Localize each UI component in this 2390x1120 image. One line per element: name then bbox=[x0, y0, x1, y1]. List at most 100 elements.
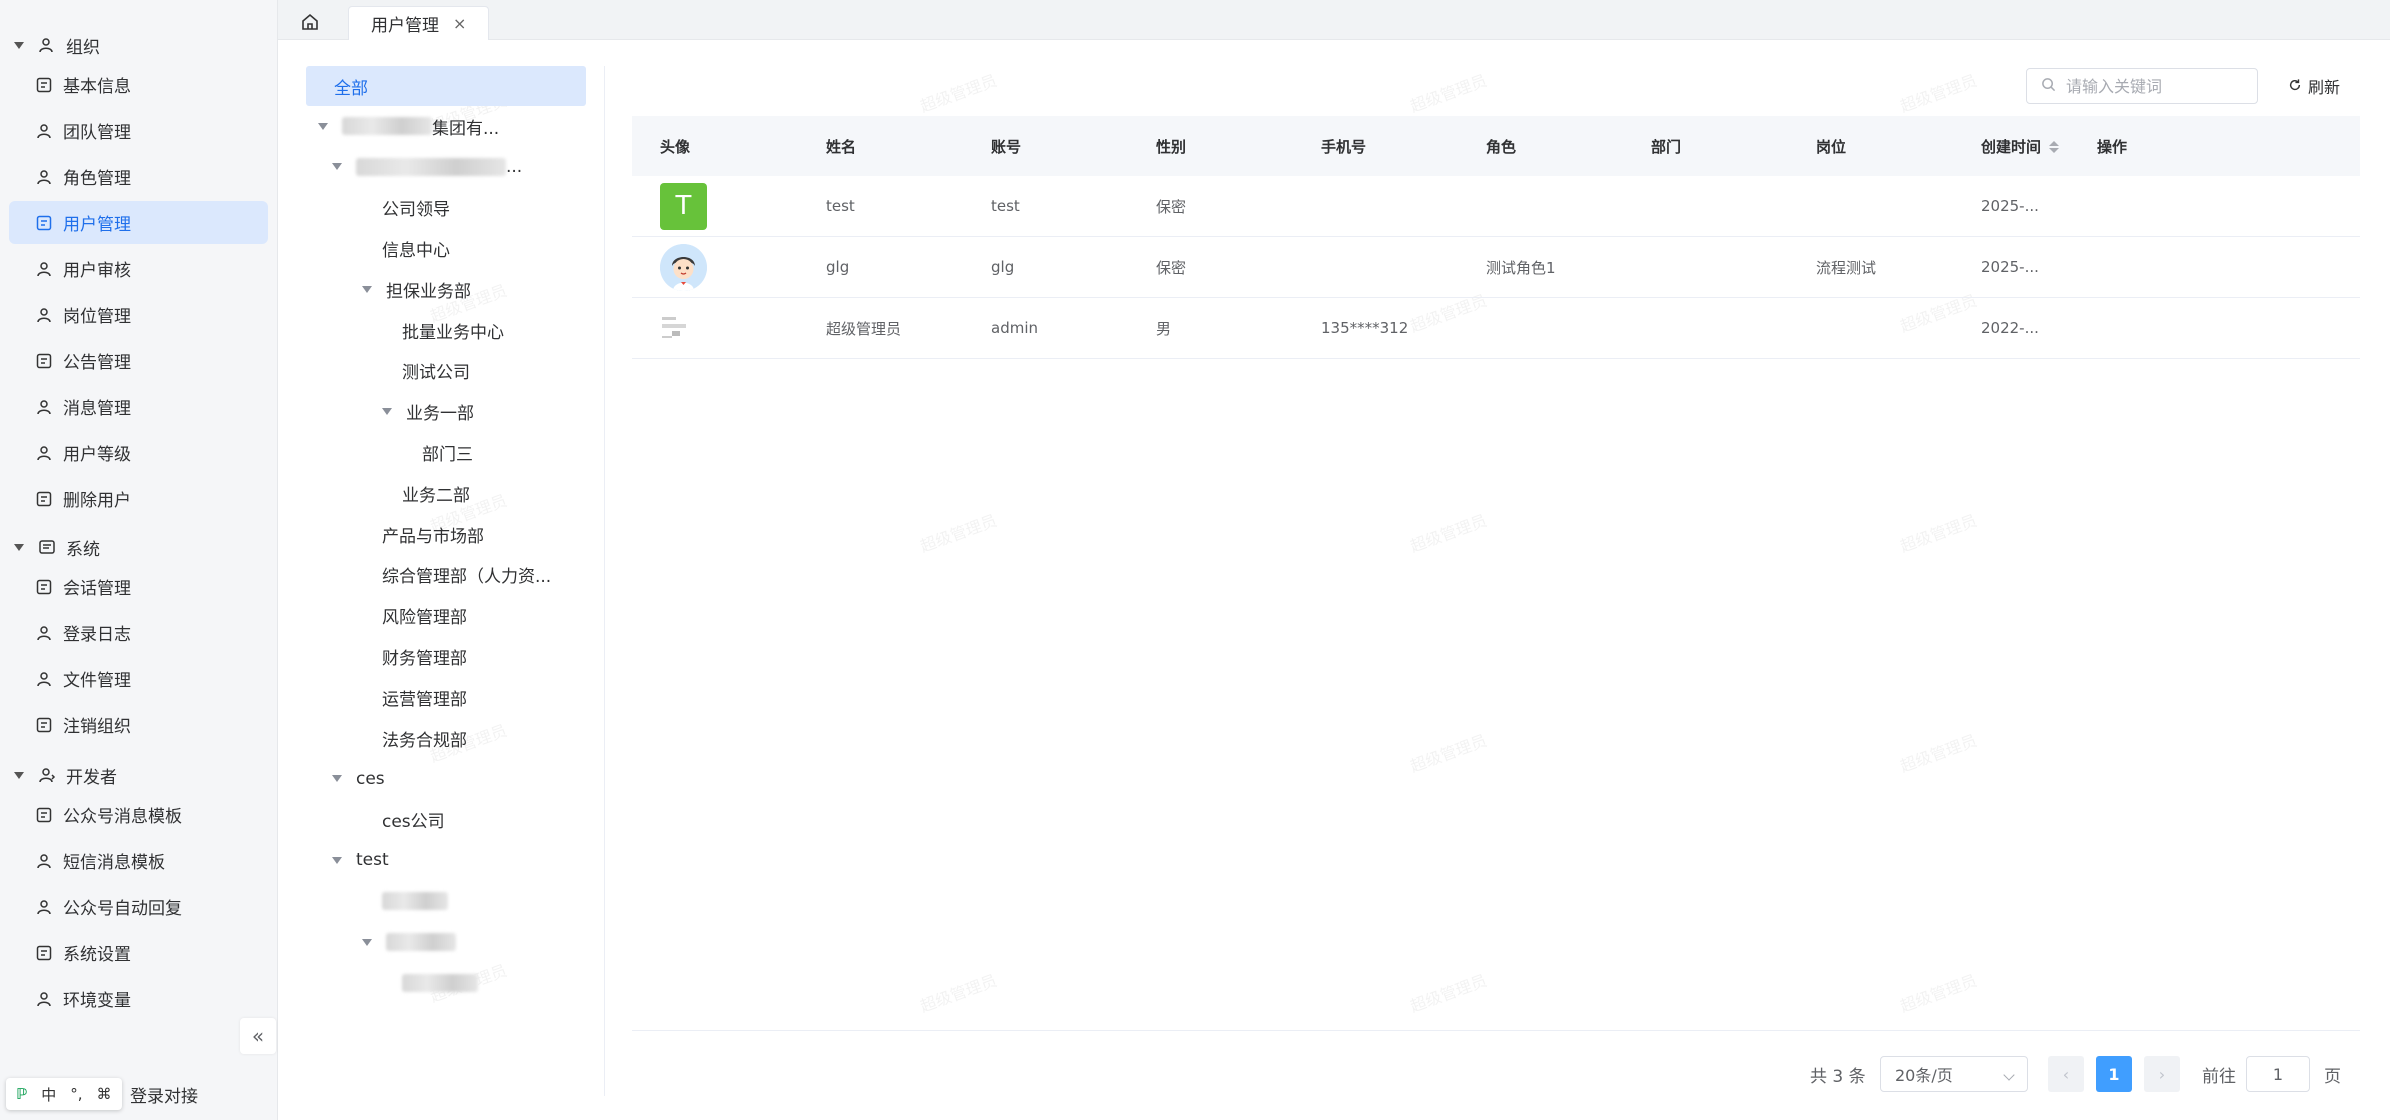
sidebar-item-2-3[interactable]: 系统设置 bbox=[9, 931, 268, 974]
sort-icon[interactable] bbox=[2049, 141, 2060, 153]
goto-label: 前往 bbox=[2202, 1066, 2236, 1087]
table-row[interactable]: Ttest test 保密 2025-... bbox=[632, 176, 2360, 237]
sidebar-item-0-3[interactable]: 用户管理 bbox=[9, 201, 268, 244]
ime-punct[interactable]: °, bbox=[70, 1085, 82, 1103]
sidebar-item-2-1[interactable]: 短信消息模板 bbox=[9, 839, 268, 882]
tree-node-label: 公司领导 bbox=[382, 200, 450, 221]
sidebar-group-2[interactable]: 开发者 bbox=[0, 760, 277, 790]
table-cell: 测试角色1 bbox=[1486, 258, 1556, 277]
tree-node-label: 产品与市场部 bbox=[382, 526, 484, 547]
close-icon[interactable]: × bbox=[453, 14, 466, 33]
column-header: 手机号 bbox=[1293, 136, 1458, 157]
tree-node-label-suffix: 集团有... bbox=[432, 118, 500, 139]
ime-mode[interactable]: 中 bbox=[41, 1084, 56, 1105]
group-icon bbox=[38, 766, 56, 784]
tree-node-label: 风险管理部 bbox=[382, 608, 467, 629]
ime-toolbar[interactable]: ℙ 中 °, ⌘ bbox=[6, 1078, 122, 1110]
sidebar-item-2-2[interactable]: 公众号自动回复 bbox=[9, 885, 268, 928]
sidebar: 组织基本信息 团队管理 角色管理 用户管理 用户审核 岗位管理 公告管理 消息管理 用户等级删除… bbox=[0, 0, 278, 1120]
menu-item-icon bbox=[35, 260, 53, 278]
table-cell: 男 bbox=[1156, 319, 1172, 338]
tree-node[interactable]: 产品与市场部 bbox=[382, 514, 484, 554]
sidebar-item-1-1[interactable]: 登录日志 bbox=[9, 611, 268, 654]
prev-page-button[interactable]: ‹ bbox=[2048, 1056, 2084, 1092]
sidebar-group-label: 组织 bbox=[66, 37, 100, 58]
watermark-text: 超级管理员 bbox=[1407, 970, 1490, 1017]
sidebar-menu: 组织基本信息 团队管理 角色管理 用户管理 用户审核 岗位管理 公告管理 消息管理 用户等级删除… bbox=[0, 0, 277, 1020]
sidebar-item-label: 删除用户 bbox=[63, 491, 131, 511]
sidebar-item-label[interactable]: 登录对接 bbox=[130, 1082, 198, 1107]
sidebar-item-0-5[interactable]: 岗位管理 bbox=[9, 293, 268, 336]
tree-node[interactable] bbox=[362, 922, 456, 962]
sidebar-group-label: 系统 bbox=[66, 539, 100, 560]
menu-item-icon bbox=[35, 76, 53, 94]
table-row[interactable]: glg glg 保密 测试角色1 流程测试 2025-... bbox=[632, 237, 2360, 298]
main-content: 超级管理员 超级管理员 超级管理员 超级管理员 超级管理员 超级管理员 超级管理员 超级管理员… bbox=[278, 40, 2390, 1120]
sidebar-item-1-0[interactable]: 会话管理 bbox=[9, 565, 268, 608]
refresh-button[interactable]: 刷新 bbox=[2288, 74, 2340, 98]
tree-node[interactable]: ces bbox=[332, 759, 385, 799]
sidebar-group-label: 开发者 bbox=[66, 767, 117, 788]
watermark-text: 超级管理员 bbox=[917, 970, 1000, 1017]
sidebar-item-label: 短信消息模板 bbox=[63, 853, 165, 873]
tree-node[interactable]: ces公司 bbox=[382, 800, 445, 840]
department-tree: 全部 集团有...... 公司领导信息中心 担保业务部 批量业务中心 测试公司 业务一部部… bbox=[306, 66, 586, 1066]
next-page-button[interactable]: › bbox=[2144, 1056, 2180, 1092]
sidebar-item-0-2[interactable]: 角色管理 bbox=[9, 155, 268, 198]
tree-node[interactable]: 公司领导 bbox=[382, 188, 450, 228]
tree-node[interactable]: test bbox=[332, 840, 389, 880]
sidebar-group-0[interactable]: 组织 bbox=[0, 30, 277, 60]
search-input[interactable] bbox=[2066, 76, 2246, 96]
table-cell: glg bbox=[991, 258, 1015, 276]
sidebar-item-0-1[interactable]: 团队管理 bbox=[9, 109, 268, 152]
collapse-sidebar-button[interactable]: « bbox=[240, 1018, 276, 1054]
watermark-text: 超级管理员 bbox=[1897, 70, 1980, 117]
column-header: 性别 bbox=[1128, 136, 1293, 157]
ime-extra[interactable]: ⌘ bbox=[97, 1085, 112, 1103]
sidebar-item-0-8[interactable]: 用户等级 bbox=[9, 431, 268, 474]
sidebar-item-0-7[interactable]: 消息管理 bbox=[9, 385, 268, 428]
column-header[interactable]: 创建时间 bbox=[1953, 136, 2069, 157]
tree-node[interactable]: 业务一部 bbox=[382, 392, 474, 432]
goto-page-input[interactable]: 1 bbox=[2246, 1056, 2310, 1092]
sidebar-group-1[interactable]: 系统 bbox=[0, 532, 277, 562]
sidebar-item-1-2[interactable]: 文件管理 bbox=[9, 657, 268, 700]
sidebar-item-0-6[interactable]: 公告管理 bbox=[9, 339, 268, 382]
sidebar-item-0-0[interactable]: 基本信息 bbox=[9, 63, 268, 106]
tree-node[interactable]: 集团有... bbox=[318, 106, 499, 146]
page-number-button[interactable]: 1 bbox=[2096, 1056, 2132, 1092]
tree-node-label: 法务合规部 bbox=[382, 730, 467, 751]
sidebar-item-label: 登录日志 bbox=[63, 625, 131, 645]
home-icon[interactable] bbox=[300, 12, 320, 32]
tree-node[interactable]: 综合管理部（人力资... bbox=[382, 555, 551, 595]
column-header-label: 姓名 bbox=[826, 137, 857, 156]
sidebar-item-2-4[interactable]: 环境变量 bbox=[9, 977, 268, 1020]
tree-node[interactable]: 部门三 bbox=[422, 432, 473, 472]
sidebar-item-0-4[interactable]: 用户审核 bbox=[9, 247, 268, 290]
tree-node[interactable] bbox=[402, 963, 478, 1003]
tree-node[interactable]: 财务管理部 bbox=[382, 636, 467, 676]
sidebar-item-1-3[interactable]: 注销组织 bbox=[9, 703, 268, 746]
tree-node[interactable]: 业务二部 bbox=[402, 473, 470, 513]
tree-node[interactable]: 担保业务部 bbox=[362, 269, 471, 309]
redacted-label bbox=[386, 933, 456, 951]
menu-item-icon bbox=[35, 944, 53, 962]
menu-item-icon bbox=[35, 716, 53, 734]
tree-node[interactable]: 风险管理部 bbox=[382, 596, 467, 636]
page-size-select[interactable]: 20条/页 bbox=[1880, 1056, 2028, 1092]
tree-node[interactable]: 运营管理部 bbox=[382, 677, 467, 717]
tree-node[interactable]: 测试公司 bbox=[402, 351, 470, 391]
tree-node[interactable]: 批量业务中心 bbox=[402, 310, 504, 350]
tree-node[interactable]: 法务合规部 bbox=[382, 718, 467, 758]
tree-node-all[interactable]: 全部 bbox=[306, 66, 586, 106]
tree-node[interactable]: 信息中心 bbox=[382, 228, 450, 268]
sidebar-item-2-0[interactable]: 公众号消息模板 bbox=[9, 793, 268, 836]
table-row[interactable]: 超级管理员 admin 男 135****312 2022-... bbox=[632, 298, 2360, 359]
sidebar-item-0-9[interactable]: 删除用户 bbox=[9, 477, 268, 520]
tree-node[interactable] bbox=[382, 881, 448, 921]
tree-node-label: 综合管理部（人力资... bbox=[382, 567, 552, 588]
tree-node[interactable]: ... bbox=[332, 147, 522, 187]
tab-user-management[interactable]: 用户管理 × bbox=[348, 6, 490, 40]
page-suffix-label: 页 bbox=[2324, 1066, 2341, 1087]
search-box[interactable] bbox=[2026, 68, 2258, 104]
